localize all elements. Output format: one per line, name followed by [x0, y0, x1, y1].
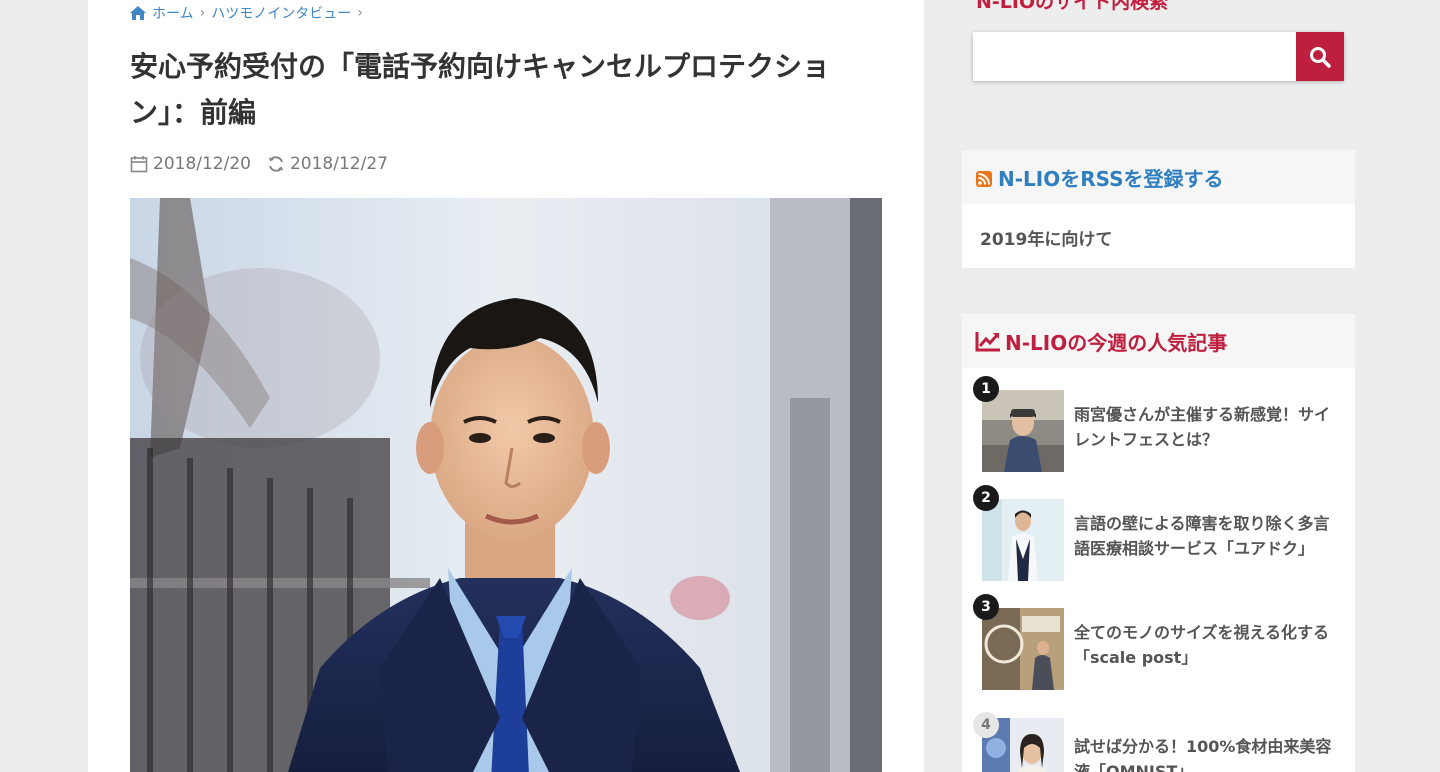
published-date-text: 2018/12/20	[153, 154, 251, 174]
rank-badge: 4	[973, 712, 999, 738]
popular-item[interactable]: 4 試せば分かる！100%食材由来美容液「OMNIST」	[962, 704, 1355, 772]
popular-item-title[interactable]: 雨宮優さんが主催する新感覚！サイレントフェスとは？	[1074, 402, 1339, 452]
chevron-right-icon: ›	[199, 5, 206, 21]
refresh-icon	[268, 156, 284, 172]
popular-item[interactable]: 3 全てのモノのサイズを視える化する「scale post」	[962, 586, 1355, 690]
eyecatch-image	[130, 198, 882, 772]
popular-widget: N-LIOの今週の人気記事 1 雨宮優さんが主催する新感覚！サイレントフェスとは…	[962, 314, 1355, 772]
rank-badge: 3	[973, 594, 999, 620]
chevron-right-icon: ›	[357, 5, 363, 21]
rss-widget: N-LIOをRSSを登録する 2019年に向けて	[962, 150, 1355, 268]
published-date: 2018/12/20	[130, 154, 251, 174]
rank-badge: 1	[973, 376, 999, 402]
rank-badge: 2	[973, 485, 999, 511]
updated-date-text: 2018/12/27	[289, 154, 388, 174]
article-thumbnail[interactable]	[982, 390, 1064, 472]
article-meta: 2018/12/20 2018/12/27	[130, 154, 404, 174]
popular-item[interactable]: 1 雨宮優さんが主催する新感覚！サイレントフェスとは？	[962, 368, 1355, 472]
search-button[interactable]	[1296, 32, 1344, 81]
popular-item-title[interactable]: 言語の壁による障害を取り除く多言語医療相談サービス「ユアドク」	[1074, 511, 1339, 561]
breadcrumb: ホーム › ハツモノインタビュー ›	[130, 3, 363, 23]
search-icon	[1310, 46, 1331, 68]
rss-icon[interactable]	[976, 171, 992, 187]
popular-item-title[interactable]: 全てのモノのサイズを視える化する「scale post」	[1074, 620, 1339, 670]
article-thumbnail[interactable]	[982, 608, 1064, 690]
popular-item[interactable]: 2 言語の壁による障害を取り除く多言語医療相談サービス「ユアドク」	[962, 477, 1355, 581]
popular-item-title[interactable]: 試せば分かる！100%食材由来美容液「OMNIST」	[1074, 734, 1339, 772]
rss-widget-title-link[interactable]: N-LIOをRSSを登録する	[998, 163, 1224, 192]
rss-widget-header: N-LIOをRSSを登録する	[962, 150, 1355, 204]
search-widget: N-LIOのサイト内検索	[962, 0, 1355, 100]
popular-widget-header: N-LIOの今週の人気記事	[962, 314, 1355, 368]
updated-date: 2018/12/27	[267, 154, 388, 174]
page: ホーム › ハツモノインタビュー › 安心予約受付の「電話予約向けキャンセルプロ…	[0, 0, 1440, 772]
article-thumbnail[interactable]	[982, 499, 1064, 581]
popular-widget-title: N-LIOの今週の人気記事	[1005, 330, 1228, 355]
search-widget-title: N-LIOのサイト内検索	[976, 0, 1169, 13]
home-icon	[130, 6, 146, 20]
page-title: 安心予約受付の「電話予約向けキャンセルプロテクション」：前編	[130, 50, 831, 129]
article-main: ホーム › ハツモノインタビュー › 安心予約受付の「電話予約向けキャンセルプロ…	[88, 0, 924, 772]
search-box	[973, 32, 1344, 81]
trending-chart-icon	[975, 332, 1000, 352]
rss-entry-link[interactable]: 2019年に向けて	[980, 225, 1112, 250]
calendar-icon	[130, 156, 148, 173]
breadcrumb-category-link[interactable]: ハツモノインタビュー	[211, 3, 351, 23]
search-input[interactable]	[973, 32, 1296, 81]
breadcrumb-home-link[interactable]: ホーム	[152, 3, 194, 23]
